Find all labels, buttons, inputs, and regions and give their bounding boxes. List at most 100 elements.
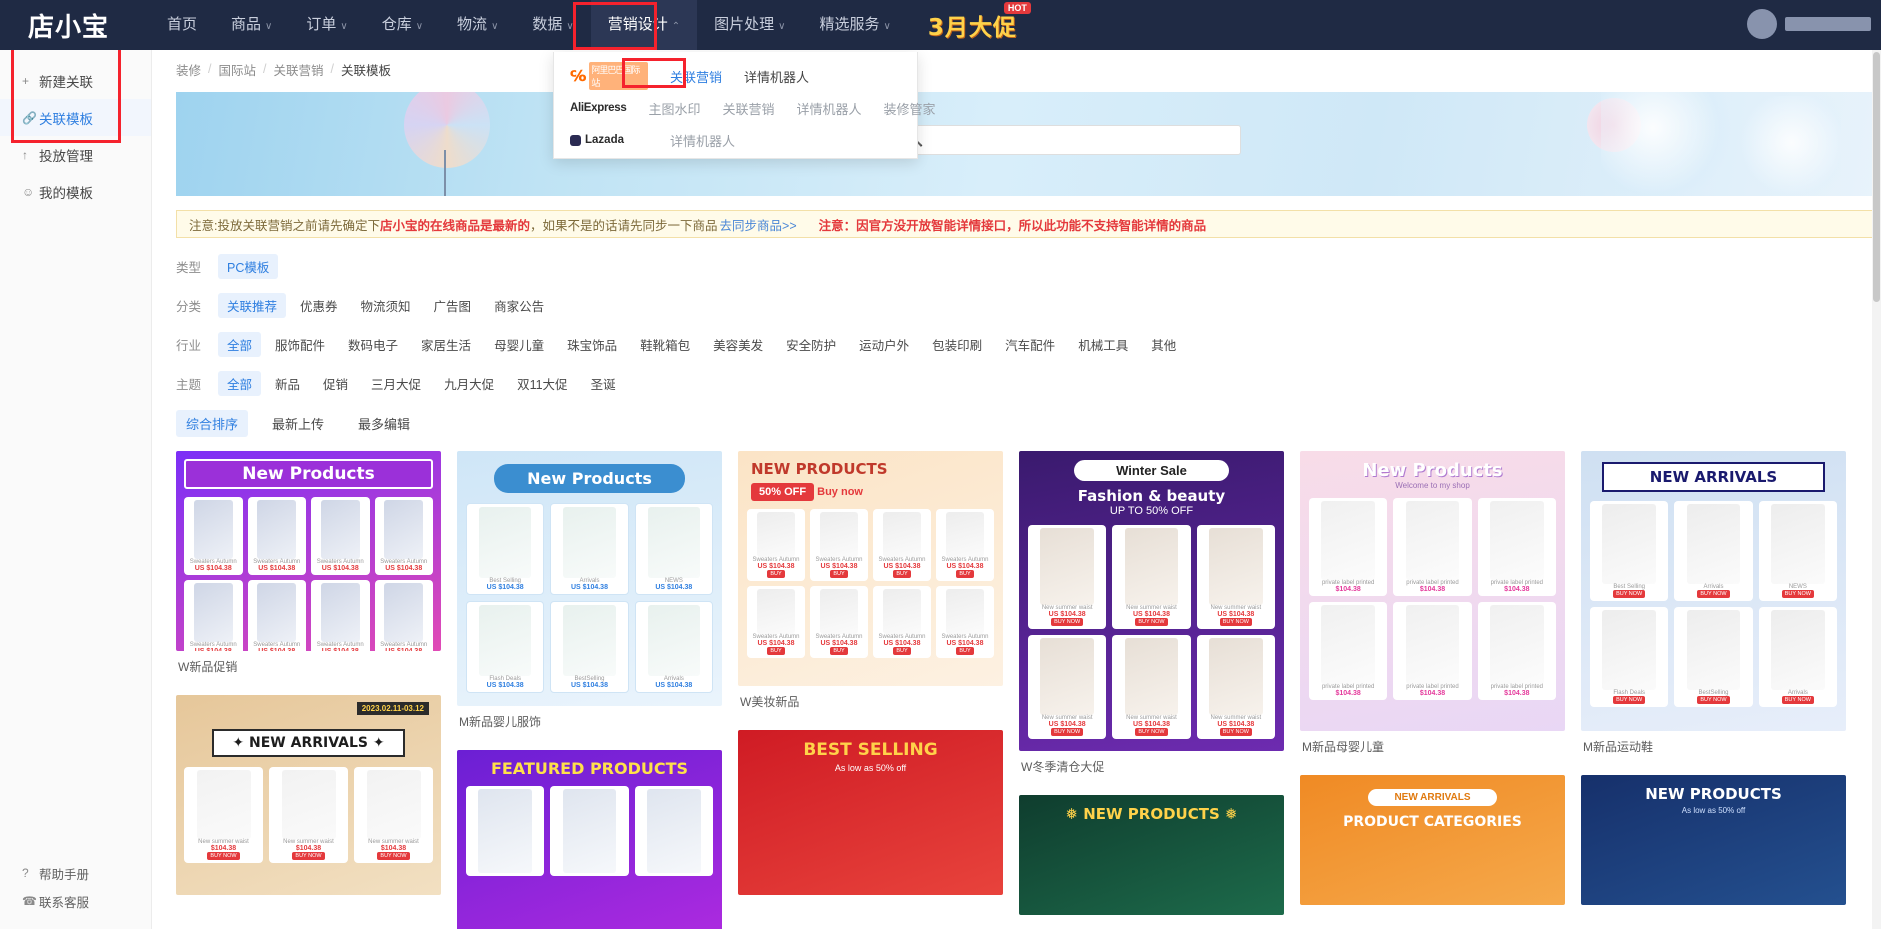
sidebar-item-3[interactable]: ☺ 我的模板 (0, 173, 151, 210)
template-card[interactable]: New Products Sweaters Autumn US $104.38 Swe… (176, 451, 441, 685)
template-card[interactable]: FEATURED PRODUCTS (457, 750, 722, 929)
filter-option-2-12[interactable]: 机械工具 (1069, 332, 1137, 357)
template-thumbnail[interactable]: BEST SELLING As low as 50% off (738, 730, 1003, 895)
filter-option-3-6[interactable]: 圣诞 (582, 371, 625, 396)
filter-option-3-2[interactable]: 促销 (314, 371, 357, 396)
banner-glass-left (1601, 92, 1731, 196)
dropdown-link-aliexpress-2[interactable]: 详情机器人 (796, 99, 861, 118)
sort-tab-2[interactable]: 最多编辑 (348, 410, 420, 437)
nav-item-3[interactable]: 仓库 ∨ (365, 0, 440, 50)
sidebar-footer-item-0[interactable]: ? 帮助手册 (0, 859, 152, 887)
notice-text-1: 注意:投放关联营销之前请先确定下 (189, 218, 380, 233)
search-input[interactable] (930, 132, 1230, 148)
filter-option-3-0[interactable]: 全部 (218, 371, 262, 396)
nav-item-8[interactable]: 精选服务 ∨ (802, 0, 907, 50)
nav-item-1[interactable]: 商品 ∨ (214, 0, 289, 50)
filter-option-2-3[interactable]: 家居生活 (412, 332, 480, 357)
sync-products-link[interactable]: 去同步商品>> (720, 215, 797, 234)
filter-row-0: 类型 PC模板 (176, 254, 1881, 279)
template-thumbnail[interactable]: NEW PRODUCTS As low as 50% off (1581, 775, 1846, 905)
filter-option-3-1[interactable]: 新品 (266, 371, 309, 396)
template-card[interactable]: Winter Sale Fashion & beauty UP TO 50% OFF… (1019, 451, 1284, 785)
nav-item-4[interactable]: 物流 ∨ (440, 0, 515, 50)
dropdown-link-lazada-0[interactable]: 详情机器人 (670, 131, 735, 150)
nav-item-7[interactable]: 图片处理 ∨ (697, 0, 802, 50)
template-card[interactable]: ❅ NEW PRODUCTS ❅ (1019, 795, 1284, 929)
filter-option-3-4[interactable]: 九月大促 (435, 371, 503, 396)
template-card[interactable]: NEW ARRIVALS Best Selling BUY NOW Arrivals B… (1581, 451, 1846, 765)
sidebar-item-0[interactable]: + 新建关联 (0, 62, 151, 99)
nav-item-5[interactable]: 数据 ∨ (515, 0, 590, 50)
sidebar-item-2[interactable]: ↑ 投放管理 (0, 136, 151, 173)
dropdown-link-aliexpress-1[interactable]: 关联营销 (722, 99, 774, 118)
template-card[interactable]: 2023.02.11-03.12 ✦ NEW ARRIVALS ✦ New summ… (176, 695, 441, 912)
template-thumbnail[interactable]: FEATURED PRODUCTS (457, 750, 722, 929)
filter-option-2-11[interactable]: 汽车配件 (996, 332, 1064, 357)
sort-tab-0[interactable]: 综合排序 (176, 410, 249, 437)
sidebar-footer-item-1[interactable]: ☎ 联系客服 (0, 887, 152, 915)
thumbnail-product-grid (466, 786, 713, 876)
template-card[interactable]: New Products Best Selling US $104.38 Arriva… (457, 451, 722, 740)
template-thumbnail[interactable]: New Products Sweaters Autumn US $104.38 Swe… (176, 451, 441, 651)
filter-option-2-0[interactable]: 全部 (218, 332, 262, 357)
filter-option-2-4[interactable]: 母婴儿童 (485, 332, 553, 357)
dropdown-row-aliexpress: AliExpress 主图水印 关联营销 详情机器人 装修管家 (554, 92, 936, 124)
filter-option-2-13[interactable]: 其他 (1142, 332, 1185, 357)
dropdown-link-aliexpress-0[interactable]: 主图水印 (648, 99, 700, 118)
product-tile: Sweaters Autumn US $104.38 BUY (873, 586, 931, 658)
nav-item-6[interactable]: 营销设计 ⌃ (590, 0, 698, 50)
dropdown-link-alibaba-1[interactable]: 详情机器人 (744, 67, 809, 86)
nav-item-0[interactable]: 首页 (150, 0, 214, 50)
scrollbar-thumb[interactable] (1873, 52, 1880, 302)
template-thumbnail[interactable]: ❅ NEW PRODUCTS ❅ (1019, 795, 1284, 915)
template-search-box[interactable]: 🔍 (896, 125, 1241, 155)
filter-option-2-8[interactable]: 安全防护 (777, 332, 845, 357)
template-thumbnail[interactable]: NEW PRODUCTS 50% OFF Buy now Sweaters Autu… (738, 451, 1003, 686)
user-account[interactable] (1747, 9, 1871, 39)
filter-option-1-0[interactable]: 关联推荐 (218, 293, 287, 318)
filter-option-2-9[interactable]: 运动户外 (850, 332, 918, 357)
dropdown-link-aliexpress-3[interactable]: 装修管家 (884, 99, 936, 118)
product-buy-button: BUY (956, 647, 974, 655)
nav-item-2[interactable]: 订单 ∨ (289, 0, 364, 50)
filter-option-2-10[interactable]: 包装印刷 (923, 332, 991, 357)
template-card[interactable]: NEW ARRIVALS PRODUCT CATEGORIES (1300, 775, 1565, 922)
template-card[interactable]: BEST SELLING As low as 50% off (738, 730, 1003, 912)
filter-option-1-1[interactable]: 优惠券 (291, 293, 347, 318)
breadcrumb-item-0[interactable]: 装修 (176, 60, 201, 79)
sidebar-item-1[interactable]: 🔗 关联模板 (0, 99, 151, 136)
nav-item-label: 营销设计 (607, 16, 668, 33)
filter-option-2-1[interactable]: 服饰配件 (266, 332, 334, 357)
product-image (1686, 504, 1741, 584)
template-caption (1300, 905, 1565, 922)
template-thumbnail[interactable]: New Products Best Selling US $104.38 Arriva… (457, 451, 722, 706)
template-card[interactable]: NEW PRODUCTS As low as 50% off (1581, 775, 1846, 922)
filter-option-2-7[interactable]: 美容美发 (704, 332, 772, 357)
avatar[interactable] (1747, 9, 1777, 39)
template-thumbnail[interactable]: Winter Sale Fashion & beauty UP TO 50% OFF… (1019, 451, 1284, 751)
filter-option-2-2[interactable]: 数码电子 (339, 332, 407, 357)
template-card[interactable]: NEW PRODUCTS 50% OFF Buy now Sweaters Autu… (738, 451, 1003, 720)
promo-nav-item[interactable]: 3月大促 HOT (918, 0, 1031, 50)
template-thumbnail[interactable]: NEW ARRIVALS PRODUCT CATEGORIES (1300, 775, 1565, 905)
product-tile: New summer waist US $104.38 BUY NOW (1112, 635, 1191, 739)
breadcrumb-item-1[interactable]: 国际站 (219, 60, 257, 79)
breadcrumb-item-2[interactable]: 关联营销 (274, 60, 324, 79)
template-thumbnail[interactable]: NEW ARRIVALS Best Selling BUY NOW Arrivals B… (1581, 451, 1846, 731)
filter-option-1-3[interactable]: 广告图 (425, 293, 481, 318)
page-scrollbar[interactable] (1872, 50, 1881, 929)
template-card[interactable]: New Products Welcome to my shop private la… (1300, 451, 1565, 765)
sort-tab-1[interactable]: 最新上传 (262, 410, 334, 437)
filter-option-1-4[interactable]: 商家公告 (485, 293, 553, 318)
product-tile: Sweaters Autumn US $104.38 BUY (747, 509, 805, 581)
filter-option-2-6[interactable]: 鞋靴箱包 (631, 332, 699, 357)
filter-option-2-5[interactable]: 珠宝饰品 (558, 332, 626, 357)
app-logo[interactable]: 店小宝 (0, 7, 150, 44)
filter-option-3-5[interactable]: 双11大促 (508, 371, 576, 396)
template-thumbnail[interactable]: New Products Welcome to my shop private la… (1300, 451, 1565, 731)
filter-option-0-0[interactable]: PC模板 (218, 254, 279, 279)
template-thumbnail[interactable]: 2023.02.11-03.12 ✦ NEW ARRIVALS ✦ New summ… (176, 695, 441, 895)
dropdown-link-alibaba-0[interactable]: 关联营销 (670, 67, 722, 86)
filter-option-1-2[interactable]: 物流须知 (352, 293, 420, 318)
filter-option-3-3[interactable]: 三月大促 (362, 371, 430, 396)
